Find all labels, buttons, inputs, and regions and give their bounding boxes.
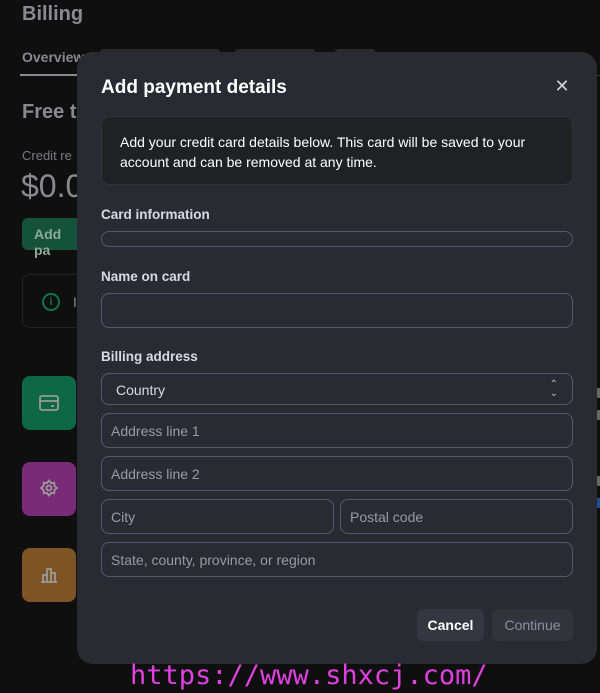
info-icon: i <box>42 293 60 311</box>
name-on-card-field[interactable] <box>101 293 573 328</box>
watermark-text: https://www.shxcj.com/ <box>130 660 488 691</box>
section-title: Free tr <box>22 101 85 123</box>
billing-address-label: Billing address <box>101 349 198 364</box>
bar-chart-icon <box>41 568 57 583</box>
address-line-1-input[interactable] <box>101 413 573 448</box>
credit-amount: $0.0 <box>21 168 84 204</box>
country-value: Country <box>116 382 166 398</box>
name-on-card-label: Name on card <box>101 269 191 284</box>
add-payment-dialog: Add payment details ✕ Add your credit ca… <box>77 52 597 664</box>
close-icon[interactable]: ✕ <box>552 76 572 96</box>
card-information-field[interactable] <box>101 231 573 247</box>
tab-overview[interactable]: Overview <box>22 49 84 65</box>
state-region-input[interactable] <box>101 542 573 577</box>
credit-label: Credit re <box>22 148 72 163</box>
gear-icon <box>39 479 59 497</box>
dialog-title: Add payment details <box>101 77 287 98</box>
country-select[interactable]: Country ⌃ ⌄ <box>101 373 573 405</box>
cancel-button[interactable]: Cancel <box>417 609 484 641</box>
card-information-label: Card information <box>101 207 210 222</box>
chevron-up-down-icon: ⌃ ⌄ <box>549 379 558 399</box>
address-line-2-input[interactable] <box>101 456 573 491</box>
continue-button[interactable]: Continue <box>492 609 573 641</box>
active-tab-indicator <box>20 74 80 76</box>
usage-limits-tile[interactable] <box>22 548 76 602</box>
city-input[interactable] <box>101 499 334 534</box>
page-title: Billing <box>22 3 84 25</box>
preferences-tile[interactable] <box>22 462 76 516</box>
postal-code-input[interactable] <box>340 499 573 534</box>
credit-card-icon <box>39 395 59 411</box>
notice-box: Add your credit card details below. This… <box>101 116 573 185</box>
payment-methods-tile[interactable] <box>22 376 76 430</box>
